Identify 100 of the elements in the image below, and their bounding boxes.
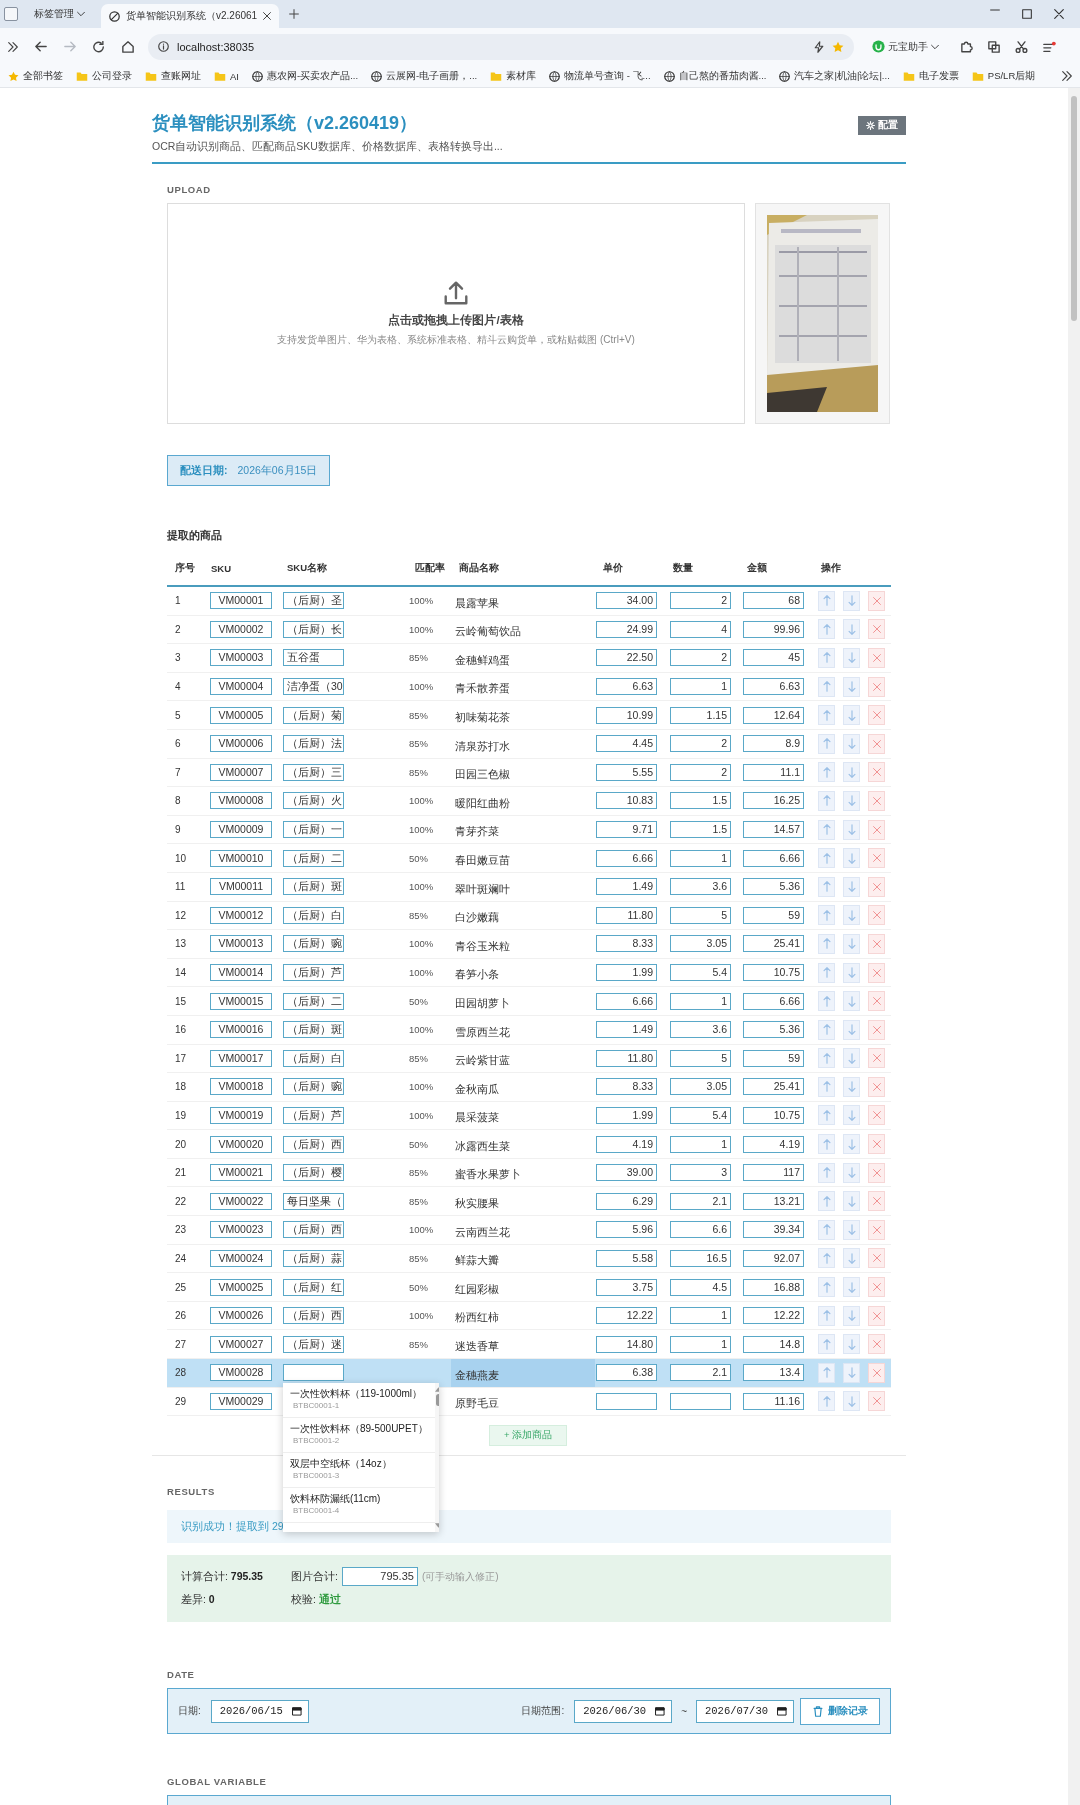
price-field[interactable]: 5.96 <box>596 1221 657 1239</box>
table-row[interactable]: 14 VM00014 （后厨）芦 100% 春笋小条 1.99 5.4 10.75 <box>167 958 891 988</box>
table-row[interactable]: 13 VM00013 （后厨）豌 100% 青谷玉米粒 8.33 3.05 25.41 <box>167 930 891 959</box>
sku-field[interactable]: VM00006 <box>210 735 272 753</box>
table-row[interactable]: 9 VM00009 （后厨）一 100% 青芽芥菜 9.71 1.5 14.57 <box>167 815 891 845</box>
quantity-field[interactable]: 16.5 <box>670 1249 731 1267</box>
move-up-button[interactable] <box>818 1334 835 1355</box>
move-up-button[interactable] <box>818 1362 835 1383</box>
table-row[interactable]: 1 VM00001 （后厨）圣 100% 晨露苹果 34.00 2 68 <box>167 587 891 616</box>
sku-name-field[interactable]: （后厨）西 <box>283 1221 344 1239</box>
move-down-button[interactable] <box>843 905 860 926</box>
sku-name-field[interactable]: （后厨）二 <box>283 849 344 867</box>
move-up-button[interactable] <box>818 648 835 668</box>
delete-button[interactable] <box>868 1048 885 1069</box>
price-field[interactable]: 10.99 <box>596 706 657 724</box>
scrollbar[interactable] <box>434 1382 439 1532</box>
assistant-button[interactable]: 元宝助手 <box>872 39 939 54</box>
sku-name-field[interactable]: 每日坚果（ <box>283 1192 344 1210</box>
quantity-field[interactable]: 5 <box>670 906 731 924</box>
quantity-field[interactable]: 2 <box>670 735 731 753</box>
table-row[interactable]: 8 VM00008 （后厨）火 100% 暖阳红曲粉 10.83 1.5 16.25 <box>167 787 891 816</box>
sku-field[interactable]: VM00009 <box>210 821 272 839</box>
amount-field[interactable]: 16.25 <box>743 792 804 810</box>
sku-name-field[interactable]: （后厨）迷 <box>283 1335 344 1353</box>
sku-name-field[interactable]: （后厨）三 <box>283 763 344 781</box>
sku-field[interactable]: VM00027 <box>210 1335 272 1353</box>
sku-field[interactable]: VM00025 <box>210 1278 272 1296</box>
price-field[interactable]: 6.38 <box>596 1364 657 1382</box>
move-up-button[interactable] <box>818 1048 835 1069</box>
delete-button[interactable] <box>868 1248 885 1269</box>
move-up-button[interactable] <box>818 905 835 926</box>
move-up-button[interactable] <box>818 619 835 640</box>
move-down-button[interactable] <box>843 1277 860 1298</box>
sku-field[interactable]: VM00026 <box>210 1307 272 1325</box>
move-up-button[interactable] <box>818 676 835 697</box>
sku-name-field[interactable]: （后厨）豌 <box>283 935 344 953</box>
table-row[interactable]: 22 VM00022 每日坚果（ 85% 秋实腰果 6.29 2.1 13.21 <box>167 1187 891 1217</box>
quantity-field[interactable]: 1.15 <box>670 706 731 724</box>
address-bar[interactable]: localhost:38035 <box>148 33 854 60</box>
move-up-button[interactable] <box>818 991 835 1012</box>
move-down-button[interactable] <box>843 962 860 983</box>
table-row[interactable]: 7 VM00007 （后厨）三 85% 田园三色椒 5.55 2 11.1 <box>167 758 891 788</box>
move-down-button[interactable] <box>843 1362 860 1383</box>
move-up-button[interactable] <box>818 1105 835 1126</box>
date-field[interactable]: 2026/06/15 <box>210 1699 309 1723</box>
quantity-field[interactable]: 2.1 <box>670 1364 731 1382</box>
price-field[interactable]: 5.55 <box>596 763 657 781</box>
move-down-button[interactable] <box>843 1391 860 1412</box>
table-row[interactable]: 11 VM00011 （后厨）斑 100% 翠叶斑斓叶 1.49 3.6 5.36 <box>167 872 891 902</box>
sku-name-field[interactable]: （后厨）一 <box>283 821 344 839</box>
sku-name-field[interactable]: （后厨）樱 <box>283 1164 344 1182</box>
sku-name-field[interactable]: （后厨）红 <box>283 1278 344 1296</box>
price-field[interactable]: 4.19 <box>596 1135 657 1153</box>
move-up-button[interactable] <box>818 1076 835 1097</box>
price-field[interactable]: 14.80 <box>596 1335 657 1353</box>
price-field[interactable]: 3.75 <box>596 1278 657 1296</box>
sku-field[interactable]: VM00022 <box>210 1192 272 1210</box>
delete-button[interactable] <box>868 819 885 840</box>
amount-field[interactable]: 10.75 <box>743 1107 804 1124</box>
quantity-field[interactable]: 1 <box>670 1135 731 1153</box>
move-down-button[interactable] <box>843 733 860 754</box>
amount-field[interactable]: 6.63 <box>743 678 804 696</box>
delete-button[interactable] <box>868 1134 885 1155</box>
bookmark[interactable]: 物流单号查询 - 飞... <box>549 69 651 83</box>
sku-field[interactable]: VM00005 <box>210 706 272 724</box>
amount-field[interactable]: 6.66 <box>743 849 804 867</box>
move-down-button[interactable] <box>843 1076 860 1097</box>
quantity-field[interactable]: 1 <box>670 1307 731 1325</box>
sku-field[interactable]: VM00017 <box>210 1049 272 1067</box>
move-down-button[interactable] <box>843 1105 860 1126</box>
delete-button[interactable] <box>868 962 885 983</box>
sku-name-field[interactable]: （后厨）白 <box>283 1049 344 1067</box>
sku-field[interactable]: VM00011 <box>210 878 272 896</box>
delete-button[interactable] <box>868 905 885 926</box>
quantity-field[interactable]: 3.6 <box>670 1021 731 1039</box>
amount-field[interactable]: 92.07 <box>743 1249 804 1267</box>
sku-name-field[interactable]: 洁净蛋（30 <box>283 678 344 696</box>
sku-field[interactable]: VM00024 <box>210 1249 272 1267</box>
sku-name-field[interactable]: （后厨）菊 <box>283 706 344 724</box>
sku-name-field[interactable]: （后厨）法 <box>283 735 344 753</box>
quantity-field[interactable]: 6.6 <box>670 1221 731 1239</box>
sku-field[interactable]: VM00012 <box>210 906 272 924</box>
delete-button[interactable] <box>868 1362 885 1383</box>
amount-field[interactable]: 14.57 <box>743 821 804 839</box>
quantity-field[interactable]: 3.05 <box>670 1078 731 1096</box>
table-row[interactable]: 19 VM00019 （后厨）芦 100% 晨采菠菜 1.99 5.4 10.75 <box>167 1101 891 1131</box>
table-row[interactable]: 26 VM00026 （后厨）西 100% 粉西红柿 12.22 1 12.22 <box>167 1301 891 1331</box>
amount-field[interactable]: 68 <box>743 592 804 610</box>
delete-button[interactable] <box>868 1105 885 1126</box>
sku-field[interactable]: VM00008 <box>210 792 272 810</box>
price-field[interactable]: 24.99 <box>596 620 657 638</box>
sku-field[interactable]: VM00002 <box>210 620 272 638</box>
table-row[interactable]: 28 VM00028 金穗燕麦 6.38 2.1 13.4 <box>167 1359 891 1388</box>
sku-name-field[interactable]: （后厨）豌 <box>283 1078 344 1096</box>
bookmark[interactable]: 全部书签 <box>8 69 63 83</box>
move-down-button[interactable] <box>843 762 860 783</box>
amount-field[interactable]: 11.1 <box>743 763 804 781</box>
quantity-field[interactable]: 5.4 <box>670 964 731 981</box>
delete-button[interactable] <box>868 619 885 640</box>
table-row[interactable]: 17 VM00017 （后厨）白 85% 云岭紫甘蓝 11.80 5 59 <box>167 1044 891 1074</box>
